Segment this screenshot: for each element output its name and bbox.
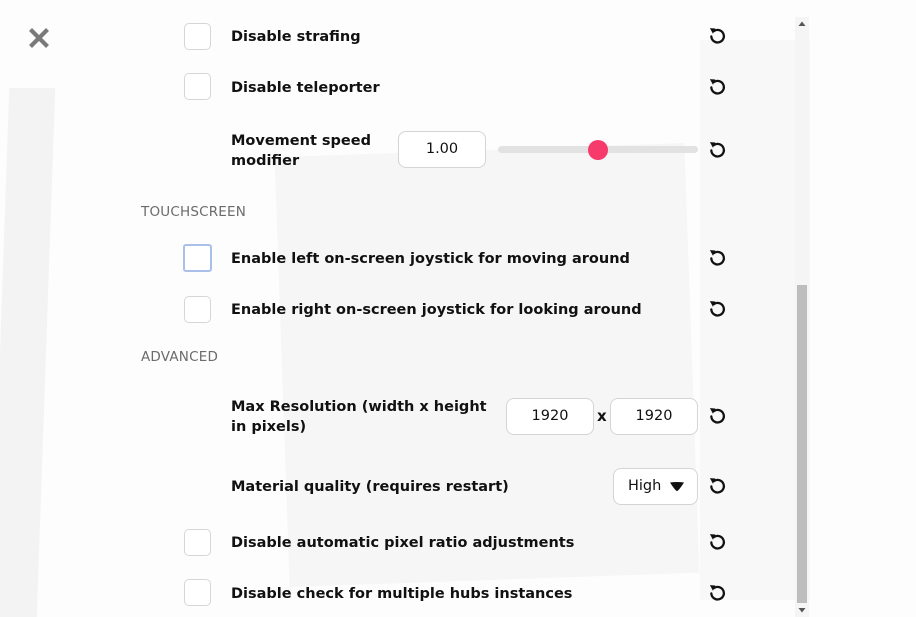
scrollbar-thumb[interactable] [797, 285, 807, 603]
reset-icon[interactable] [708, 140, 727, 159]
background-shape [274, 142, 700, 588]
disable-strafing-label: Disable strafing [231, 29, 361, 45]
resolution-width-input[interactable]: 1920 [506, 398, 594, 435]
close-icon[interactable] [27, 26, 51, 50]
reset-icon[interactable] [708, 532, 727, 551]
left-joystick-checkbox[interactable] [183, 244, 212, 272]
multiple-hubs-checkbox[interactable] [184, 579, 211, 606]
material-quality-label: Material quality (requires restart) [231, 479, 509, 495]
right-joystick-label: Enable right on-screen joystick for look… [231, 302, 642, 318]
movement-speed-slider[interactable] [498, 139, 698, 160]
dropdown-arrow-icon [670, 482, 684, 491]
pixel-ratio-checkbox[interactable] [184, 529, 211, 556]
material-quality-value: High [628, 478, 662, 494]
reset-icon[interactable] [708, 299, 727, 318]
resolution-height-input[interactable]: 1920 [610, 398, 698, 435]
pixel-ratio-label: Disable automatic pixel ratio adjustment… [231, 535, 575, 551]
advanced-section-heading: ADVANCED [141, 349, 219, 365]
reset-icon[interactable] [708, 26, 727, 45]
disable-teleporter-checkbox[interactable] [184, 73, 211, 100]
right-joystick-checkbox[interactable] [184, 296, 211, 323]
reset-icon[interactable] [708, 77, 727, 96]
left-joystick-label: Enable left on-screen joystick for movin… [231, 251, 630, 267]
background-shape [0, 88, 56, 617]
disable-strafing-checkbox[interactable] [184, 23, 211, 50]
reset-icon[interactable] [708, 583, 727, 602]
slider-thumb[interactable] [588, 139, 608, 160]
background-shape [700, 40, 810, 600]
max-resolution-label: Max Resolution (width x height in pixels… [231, 399, 487, 435]
scroll-down-arrow-icon[interactable] [795, 603, 809, 617]
reset-icon[interactable] [708, 248, 727, 267]
reset-icon[interactable] [708, 476, 727, 495]
resolution-separator: x [597, 407, 607, 425]
movement-speed-input[interactable]: 1.00 [398, 131, 486, 168]
material-quality-select[interactable]: High [613, 468, 698, 505]
scrollbar[interactable] [795, 17, 809, 617]
reset-icon[interactable] [708, 406, 727, 425]
movement-speed-label: Movement speed modifier [231, 133, 371, 169]
touchscreen-section-heading: TOUCHSCREEN [141, 204, 247, 220]
disable-teleporter-label: Disable teleporter [231, 80, 380, 96]
scroll-up-arrow-icon[interactable] [795, 17, 809, 31]
multiple-hubs-label: Disable check for multiple hubs instance… [231, 586, 573, 602]
